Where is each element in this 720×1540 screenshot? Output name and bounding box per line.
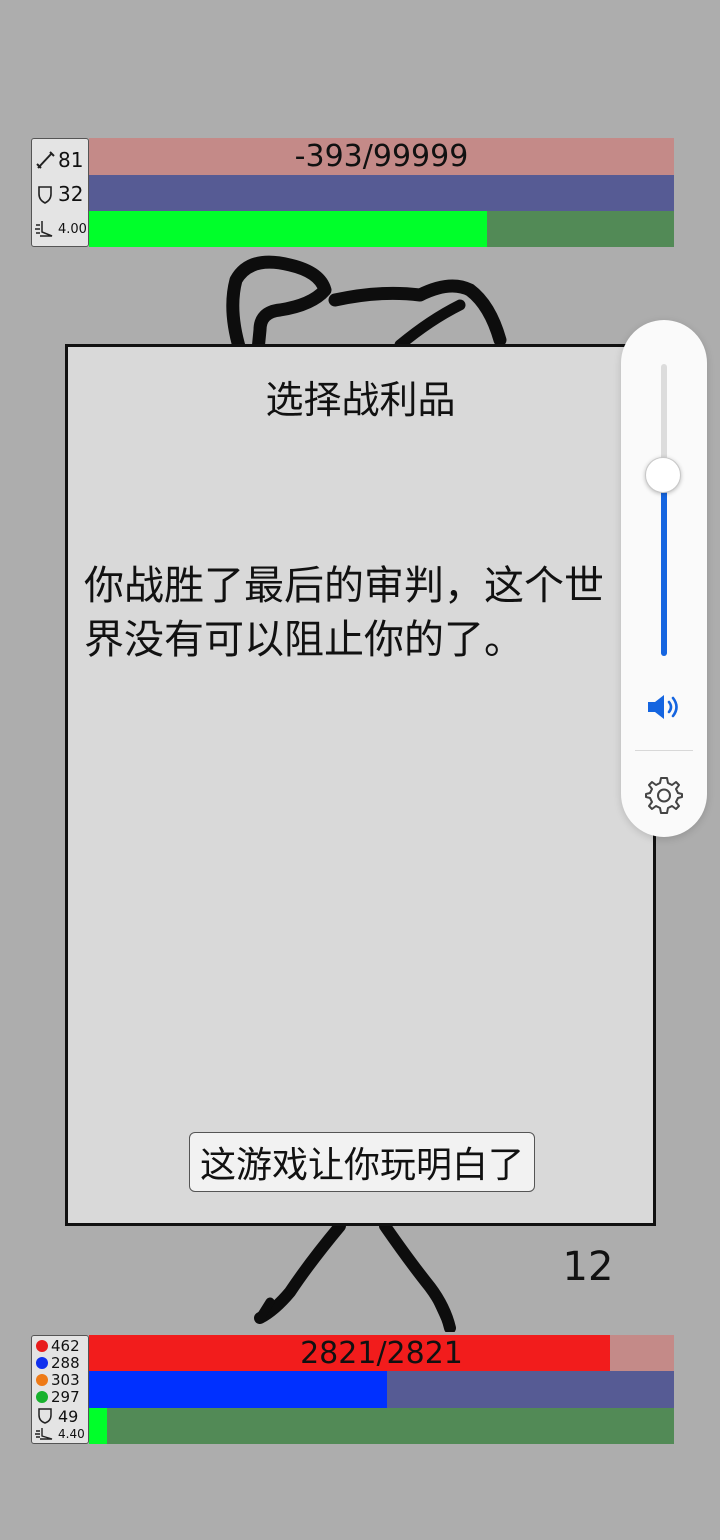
player-blue-value: 288: [51, 1354, 80, 1372]
volume-divider: [635, 750, 693, 751]
red-orb-icon: [36, 1340, 48, 1352]
player-hp-text: 2821/2821: [300, 1335, 463, 1371]
enemy-shield-fill: [89, 175, 674, 211]
shield-icon: [38, 186, 52, 204]
gear-icon[interactable]: [644, 775, 684, 815]
enemy-figure-legs: [254, 1222, 456, 1332]
enemy-figure-top: [226, 255, 507, 350]
volume-panel: [621, 320, 707, 837]
enemy-attack-row: 81: [32, 145, 88, 175]
volume-slider-fill: [661, 474, 667, 656]
player-stamina-bar: [89, 1408, 674, 1444]
speaker-icon[interactable]: [645, 692, 683, 722]
player-blue-row: 288: [32, 1354, 88, 1372]
volume-slider[interactable]: [661, 364, 667, 656]
enemy-attack-value: 81: [58, 148, 84, 172]
turn-counter: 12: [562, 1244, 614, 1290]
confirm-button[interactable]: 这游戏让你玩明白了: [189, 1132, 535, 1192]
sword-icon: [36, 151, 55, 169]
player-speed-value: 4.40: [58, 1427, 85, 1441]
player-orange-value: 303: [51, 1371, 80, 1389]
player-speed-row: 4.40: [32, 1425, 88, 1443]
dialog-title: 选择战利品: [265, 378, 456, 422]
player-mana-bar: [89, 1371, 674, 1408]
blue-orb-icon: [36, 1357, 48, 1369]
player-mana-fill: [89, 1371, 388, 1408]
enemy-speed-value: 4.00: [58, 221, 87, 237]
shield-icon: [38, 1408, 52, 1424]
dialog-message: 你战胜了最后的审判，这个世界没有可以阻止你的了。: [84, 563, 604, 663]
player-green-row: 297: [32, 1388, 88, 1406]
player-defense-row: 49: [32, 1406, 88, 1426]
player-hp-bar: 2821/2821: [89, 1335, 674, 1371]
player-red-value: 462: [51, 1337, 80, 1355]
enemy-shield-bar: [89, 175, 674, 211]
player-green-value: 297: [51, 1388, 80, 1406]
volume-slider-knob[interactable]: [645, 456, 681, 493]
enemy-stat-box: 81 32 4.00: [31, 138, 89, 247]
player-orange-row: 303: [32, 1371, 88, 1389]
boot-icon: [35, 1428, 53, 1440]
enemy-defense-value: 32: [58, 182, 84, 206]
green-orb-icon: [36, 1391, 48, 1403]
enemy-hp-text: -393/99999: [294, 139, 469, 174]
player-red-row: 462: [32, 1337, 88, 1355]
enemy-stamina-bar: [89, 211, 674, 247]
player-stat-box: 462 288 303 297 49 4.40: [31, 1335, 89, 1444]
enemy-speed-row: 4.00: [32, 215, 88, 243]
boot-icon: [35, 221, 53, 237]
player-stamina-fill: [89, 1408, 107, 1444]
enemy-defense-row: 32: [32, 179, 88, 209]
enemy-hp-bar: -393/99999: [89, 138, 674, 175]
loot-dialog: 选择战利品 你战胜了最后的审判，这个世界没有可以阻止你的了。 这游戏让你玩明白了: [65, 344, 656, 1226]
player-defense-value: 49: [58, 1406, 79, 1426]
orange-orb-icon: [36, 1374, 48, 1386]
enemy-stamina-fill: [89, 211, 487, 247]
